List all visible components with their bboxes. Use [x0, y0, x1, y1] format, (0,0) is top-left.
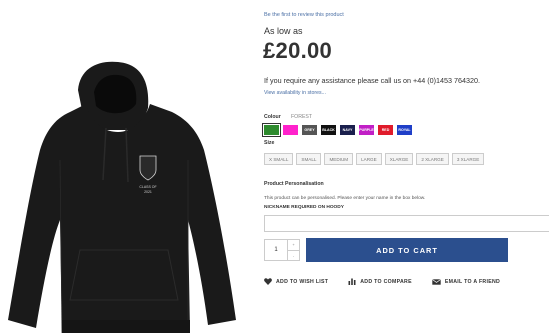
colour-selected-value: FOREST — [291, 114, 313, 120]
add-to-wishlist-link[interactable]: ADD TO WISH LIST — [264, 278, 328, 285]
add-to-cart-button[interactable]: ADD TO CART — [306, 238, 508, 262]
colour-swatch[interactable]: GREY — [302, 125, 317, 135]
size-option[interactable]: SMALL — [296, 153, 322, 165]
size-option[interactable]: XLARGE — [384, 153, 414, 165]
crest-text-2: 2021 — [144, 190, 152, 194]
size-option[interactable]: LARGE — [356, 153, 382, 165]
email-friend-link[interactable]: EMAIL TO A FRIEND — [432, 278, 500, 285]
wishlist-label: ADD TO WISH LIST — [276, 278, 329, 285]
colour-swatch[interactable] — [262, 123, 281, 137]
quantity-up-button[interactable]: + — [288, 240, 299, 251]
size-option[interactable]: X SMALL — [264, 153, 294, 165]
colour-label: Colour — [264, 114, 281, 120]
product-actions: ADD TO WISH LIST ADD TO COMPARE EMAIL TO… — [264, 278, 500, 285]
size-label: Size — [264, 140, 275, 146]
hoodie-illustration: CLASS OF 2021 — [8, 61, 236, 333]
review-link[interactable]: Be the first to review this product — [264, 12, 344, 18]
personalisation-description: This product can be personalised. Please… — [264, 196, 426, 201]
compare-label: ADD TO COMPARE — [360, 278, 412, 285]
personalisation-title: Product Personalisation — [264, 181, 324, 187]
size-options: X SMALL SMALL MEDIUM LARGE XLARGE 2 XLAR… — [264, 153, 485, 165]
as-low-as-label: As low as — [264, 26, 303, 36]
envelope-icon — [432, 278, 441, 285]
colour-swatch[interactable]: NAVY — [340, 125, 355, 135]
cut-off-header — [0, 0, 360, 4]
quantity-arrows: + - — [288, 240, 299, 260]
quantity-down-button[interactable]: - — [288, 251, 299, 261]
colour-swatch[interactable] — [283, 125, 298, 135]
quantity-stepper: 1 + - — [264, 239, 300, 261]
assistance-text: If you require any assistance please cal… — [264, 76, 480, 85]
nickname-input[interactable] — [264, 215, 549, 232]
product-image: CLASS OF 2021 — [0, 20, 250, 333]
quantity-input[interactable]: 1 — [265, 240, 288, 260]
nickname-label: NICKNAME REQUIRED ON HOODY — [264, 205, 344, 210]
colour-swatch[interactable]: ROYAL — [397, 125, 412, 135]
size-option[interactable]: MEDIUM — [324, 153, 354, 165]
colour-swatch[interactable]: BLACK — [321, 125, 336, 135]
colour-swatch[interactable]: RED — [378, 125, 393, 135]
colour-swatch[interactable]: PURPLE — [359, 125, 374, 135]
crest-text-1: CLASS OF — [139, 185, 156, 189]
size-option[interactable]: 2 XLARGE — [416, 153, 449, 165]
price: £20.00 — [263, 38, 333, 63]
colour-swatches: GREY BLACK NAVY PURPLE RED ROYAL — [262, 123, 412, 137]
heart-icon — [264, 278, 272, 285]
email-friend-label: EMAIL TO A FRIEND — [444, 278, 501, 285]
add-to-compare-link[interactable]: ADD TO COMPARE — [348, 278, 412, 285]
size-option[interactable]: 3 XLARGE — [451, 153, 485, 165]
bar-chart-icon — [348, 278, 356, 285]
availability-link[interactable]: View availability in stores... — [264, 90, 326, 96]
